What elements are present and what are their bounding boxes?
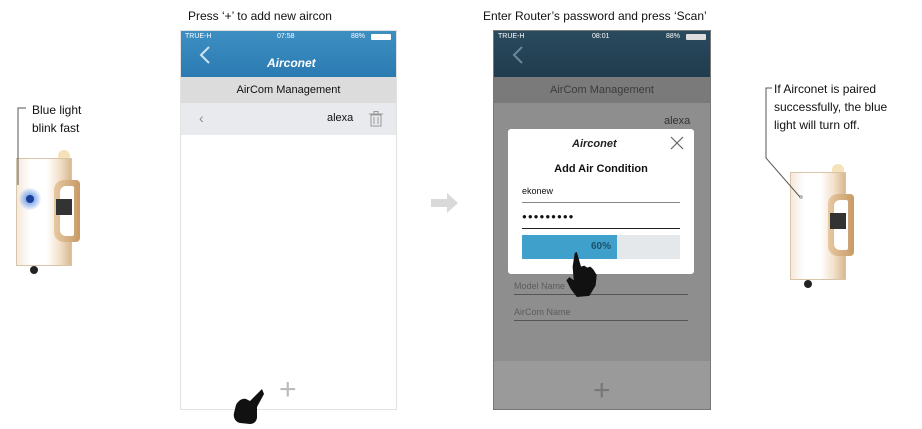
carrier-label: TRUE-H: [185, 33, 212, 40]
note-right: If Airconet is paired successfully, the …: [774, 80, 887, 134]
airconet-logo: Airconet: [267, 56, 316, 70]
page-title: AirCom Management: [181, 77, 396, 103]
status-bar: TRUE-H 07:58 88%: [181, 31, 396, 43]
carrier-label: TRUE-H: [498, 33, 525, 40]
device-foot: [804, 280, 812, 288]
dialog-logo: Airconet: [572, 138, 617, 150]
hand-pointer-icon: [233, 389, 264, 424]
battery-icon: [371, 34, 391, 40]
note-right-line-2: successfully, the blue: [774, 100, 888, 114]
add-aircon-button[interactable]: +: [593, 376, 611, 406]
phone-screen-1: TRUE-H 07:58 88% Airconet AirCom Managem…: [180, 30, 397, 410]
page-title-dimmed: AirCom Management: [494, 77, 710, 103]
add-air-condition-dialog: Airconet Add Air Condition ekonew ●●●●●●…: [508, 129, 694, 274]
back-chevron-icon[interactable]: [197, 45, 213, 65]
device-name-dimmed: alexa: [664, 115, 691, 127]
note-right-line-1: If Airconet is paired: [774, 82, 877, 96]
device-button: [56, 199, 72, 215]
password-input[interactable]: ●●●●●●●●●: [522, 212, 680, 229]
close-icon[interactable]: [670, 136, 684, 150]
status-bar: TRUE-H 08:01 88%: [494, 31, 710, 43]
status-time: 08:01: [592, 33, 610, 40]
battery-label: 88%: [666, 33, 681, 40]
hand-pointer-icon: [566, 252, 597, 297]
next-step-arrow-icon: [431, 193, 458, 213]
device-foot: [30, 266, 38, 274]
status-time: 07:58: [277, 33, 295, 40]
device-name: alexa: [327, 112, 354, 124]
phone-screen-2: TRUE-H 08:01 88% AirCom Management alexa…: [493, 30, 711, 410]
caption-step-3: Enter Router’s password and press ‘Scan’: [483, 9, 707, 23]
device-button: [830, 213, 846, 229]
dialog-title: Add Air Condition: [554, 163, 648, 175]
device-row[interactable]: ‹ alexa: [181, 103, 396, 135]
ssid-input[interactable]: ekonew: [522, 186, 680, 203]
note-left-line-2: blink fast: [32, 121, 80, 135]
add-aircon-button[interactable]: +: [279, 375, 297, 405]
note-right-line-3: light will turn off.: [774, 118, 860, 132]
led-indicator: [26, 195, 34, 203]
scan-progress-button[interactable]: 60%: [522, 235, 680, 259]
note-left-line-1: Blue light: [32, 103, 82, 117]
battery-icon: [686, 34, 706, 40]
model-name-field-dimmed: Model Name: [514, 281, 688, 295]
caption-step-2: Press ‘+’ to add new aircon: [188, 9, 332, 23]
aircom-name-field-dimmed: AirCom Name: [514, 307, 688, 321]
scan-progress-label: 60%: [590, 241, 611, 252]
back-chevron-icon[interactable]: [510, 45, 526, 65]
note-left: Blue light blink fast: [32, 101, 81, 137]
prev-chevron-icon[interactable]: ‹: [199, 110, 204, 126]
trash-icon[interactable]: [369, 111, 383, 127]
battery-label: 88%: [351, 33, 366, 40]
